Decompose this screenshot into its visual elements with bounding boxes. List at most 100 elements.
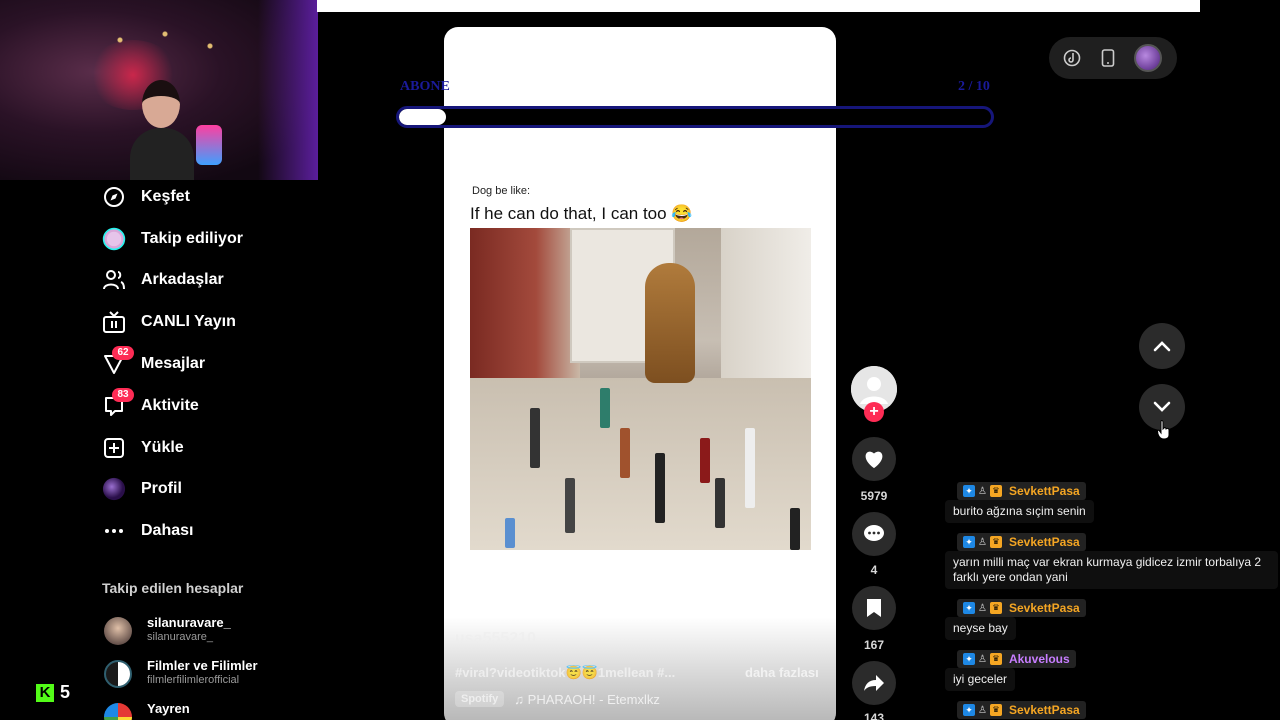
chat-user-header: ✦ ♙ ♛ Akuvelous <box>957 650 1076 668</box>
bottle <box>530 408 540 468</box>
video-player[interactable]: Dog be like: If he can do that, I can to… <box>444 27 836 720</box>
chat-username: Akuvelous <box>1008 652 1070 666</box>
chevron-down-icon <box>1153 401 1171 412</box>
video-hashtags[interactable]: #viral?videotiktok😇😇1mellean #... <box>455 665 675 681</box>
share-arrow-icon <box>864 675 884 691</box>
tiktok-icon[interactable] <box>1057 43 1087 73</box>
bottle <box>790 508 800 550</box>
account-handle: silanuravare_ <box>147 631 214 643</box>
sidebar-item-label: CANLI Yayın <box>141 313 236 331</box>
sidebar-item-kesfet[interactable]: Keşfet <box>100 176 300 218</box>
share-button[interactable] <box>852 661 896 705</box>
chat-user-header: ✦ ♙ ♛ SevkettPasa <box>957 599 1086 617</box>
user-badge-icon: ♙ <box>978 653 987 665</box>
hallway-floor <box>470 378 811 550</box>
following-accounts-title: Takip edilen hesaplar <box>102 580 244 596</box>
song-title: ♫ PHARAOH! - Etemxlkz <box>514 691 660 707</box>
sidebar-item-label: Takip ediliyor <box>141 229 243 247</box>
verified-badge-icon: ✦ <box>963 704 975 716</box>
friends-icon <box>102 268 126 292</box>
microphone <box>196 125 222 165</box>
compass-icon <box>102 185 126 209</box>
like-count: 5979 <box>860 489 888 503</box>
account-name: Yayren <box>147 701 190 716</box>
crown-badge-icon: ♛ <box>989 602 1002 614</box>
phone-icon[interactable] <box>1093 43 1123 73</box>
sidebar-item-label: Aktivite <box>141 396 199 414</box>
spotify-badge: Spotify <box>455 691 505 707</box>
save-count: 167 <box>863 638 885 652</box>
like-button[interactable] <box>852 437 896 481</box>
messages-icon: 62 <box>102 346 134 376</box>
chat-user-header: ✦ ♙ ♛ SevkettPasa <box>957 533 1086 551</box>
comment-button[interactable] <box>852 512 896 556</box>
verified-badge-icon: ✦ <box>963 653 975 665</box>
bottle <box>620 428 630 478</box>
more-button[interactable]: daha fazlası <box>745 665 819 680</box>
comment-count: 4 <box>870 563 878 577</box>
streamer-body <box>130 128 194 180</box>
verified-badge-icon: ✦ <box>963 485 975 497</box>
sidebar-nav: Keşfet Takip ediliyor Arkadaşlar CANLI Y… <box>100 176 300 552</box>
profile-avatar-button[interactable] <box>1133 43 1163 73</box>
avatar <box>104 660 132 688</box>
kick-viewer-count: K 5 <box>36 682 70 703</box>
account-name: Filmler ve Filimler <box>147 658 258 673</box>
crown-badge-icon: ♛ <box>989 536 1002 548</box>
video-username[interactable]: usa555210 <box>455 630 536 648</box>
dog <box>645 263 695 383</box>
activity-icon: 83 <box>102 387 134 418</box>
account-name: silanuravare_ <box>147 615 231 630</box>
user-badge-icon: ♙ <box>978 536 987 548</box>
followed-account[interactable]: silanuravare_ silanuravare_ <box>104 615 314 651</box>
more-dots-icon <box>102 519 126 543</box>
heart-icon <box>865 451 883 469</box>
avatar <box>104 617 132 645</box>
crown-badge-icon: ♛ <box>989 704 1002 716</box>
crown-badge-icon: ♛ <box>989 653 1002 665</box>
sidebar-item-live[interactable]: CANLI Yayın <box>100 301 300 343</box>
following-avatar-icon <box>102 227 126 251</box>
subscriber-goal-fill <box>399 109 447 125</box>
avatar <box>1134 44 1162 72</box>
hand-cursor-icon <box>1156 420 1171 445</box>
previous-video-button[interactable] <box>1139 323 1185 369</box>
verified-badge-icon: ✦ <box>963 602 975 614</box>
chat-text: burito ağzına sıçim senin <box>945 500 1094 523</box>
creator-avatar[interactable]: + <box>851 366 897 422</box>
bottle <box>600 388 610 428</box>
sidebar-item-following[interactable]: Takip ediliyor <box>100 218 300 260</box>
bottle <box>745 428 755 508</box>
chat-username: SevkettPasa <box>1008 601 1080 615</box>
crown-badge-icon: ♛ <box>989 485 1002 497</box>
subscriber-goal-label: ABONE <box>400 79 450 94</box>
purple-glow <box>258 0 318 180</box>
chat-overlay: ✦ ♙ ♛ SevkettPasa burito ağzına sıçim seni… <box>945 470 1280 720</box>
screen: Keşfet Takip ediliyor Arkadaşlar CANLI Y… <box>0 0 1280 720</box>
sidebar-item-profile[interactable]: Profil <box>100 469 300 511</box>
top-controls <box>1049 37 1177 79</box>
comment-icon <box>864 525 884 541</box>
chat-user-header: ✦ ♙ ♛ SevkettPasa <box>957 482 1086 500</box>
followed-account[interactable]: Yayren <box>104 701 314 720</box>
music-row[interactable]: Spotify ♫ PHARAOH! - Etemxlkz <box>455 691 660 707</box>
browser-top-strip <box>317 0 1200 12</box>
follow-plus-icon[interactable]: + <box>864 402 884 422</box>
avatar <box>104 703 132 720</box>
followed-account[interactable]: Filmler ve Filimler filmlerfilimleroffic… <box>104 658 314 694</box>
streamer <box>130 70 194 180</box>
sidebar-item-more[interactable]: Dahası <box>100 510 300 552</box>
chat-text: neyse bay <box>945 617 1016 640</box>
meme-caption: If he can do that, I can too 😂 <box>470 204 693 223</box>
user-badge-icon: ♙ <box>978 704 987 716</box>
user-badge-icon: ♙ <box>978 485 987 497</box>
profile-avatar-icon <box>102 477 126 501</box>
sidebar-item-friends[interactable]: Arkadaşlar <box>100 260 300 302</box>
save-button[interactable] <box>852 586 896 630</box>
share-count: 143 <box>863 711 885 720</box>
sidebar-item-messages[interactable]: 62 Mesajlar <box>100 343 300 385</box>
user-badge-icon: ♙ <box>978 602 987 614</box>
subscriber-goal-count: 2 / 10 <box>958 79 990 94</box>
sidebar-item-upload[interactable]: Yükle <box>100 427 300 469</box>
sidebar-item-activity[interactable]: 83 Aktivite <box>100 385 300 427</box>
